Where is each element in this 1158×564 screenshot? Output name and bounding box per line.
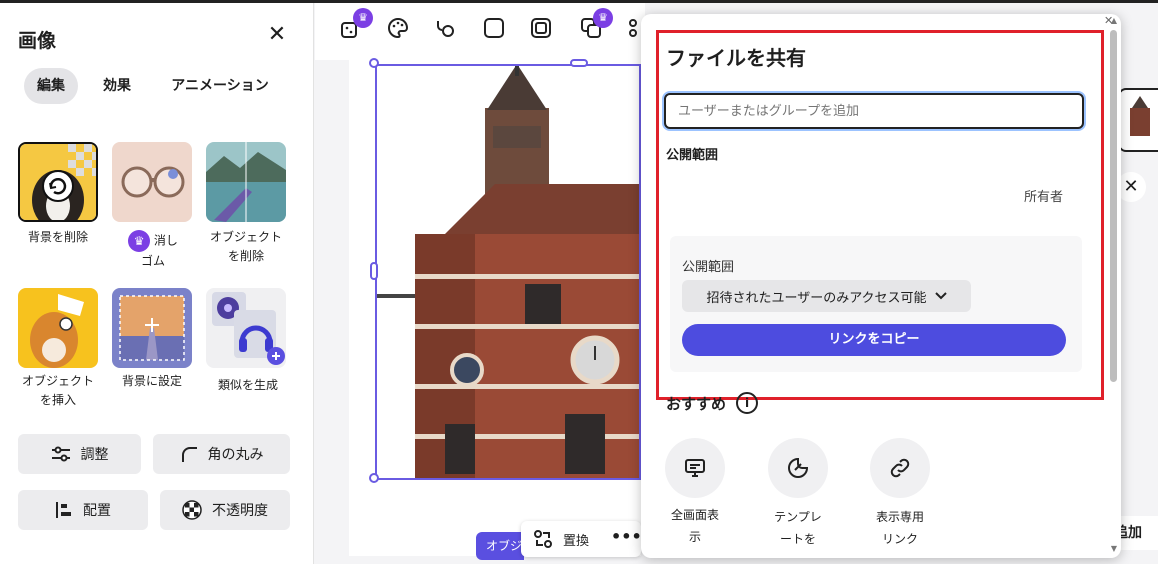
page-thumbnail[interactable] — [1118, 88, 1158, 152]
tab-effects[interactable]: 効果 — [94, 68, 140, 104]
remove-object-label-line2: を削除 — [227, 249, 264, 263]
tool-border[interactable] — [483, 17, 505, 39]
tool-crop[interactable] — [434, 17, 456, 39]
template-link-label: テンプレ ートを — [762, 506, 834, 558]
rounded-square-icon — [484, 18, 504, 38]
template-link-line1: テンプレ — [774, 510, 822, 524]
frame-icon — [531, 18, 551, 38]
road-thumbnail-icon — [112, 288, 192, 368]
tab-edit[interactable]: 編集 — [24, 68, 78, 104]
insert-object-label-line1: オブジェクト — [21, 374, 94, 388]
floating-toolbar: 置換 ••• — [521, 521, 642, 557]
close-panel-button[interactable]: ✕ — [264, 22, 290, 48]
scroll-thumb[interactable] — [1110, 30, 1117, 382]
position-button[interactable]: 配置 — [18, 490, 148, 530]
resize-handle[interactable] — [369, 58, 379, 68]
set-background-tile[interactable] — [112, 288, 192, 368]
more-options-icon[interactable]: ••• — [611, 527, 642, 546]
set-background-label: 背景に設定 — [121, 374, 182, 388]
template-link-line2: ートを — [779, 532, 816, 546]
recommend-section: おすすめ i — [666, 392, 759, 414]
opacity-label: 不透明度 — [212, 503, 268, 519]
tab-animation[interactable]: アニメーション — [160, 68, 280, 104]
remove-object-tile[interactable] — [206, 142, 286, 222]
generate-similar-label: 類似を生成 — [217, 378, 278, 392]
panel-title: 画像 — [18, 30, 57, 52]
selection-frame[interactable] — [375, 64, 641, 480]
magic-eraser-label-line2: ゴム — [140, 254, 165, 268]
view-only-link-label: 表示専用 リンク — [865, 506, 935, 550]
replace-icon[interactable] — [533, 529, 553, 549]
align-left-icon — [56, 502, 71, 518]
palette-icon — [388, 17, 409, 39]
presentation-icon — [685, 459, 705, 477]
remove-background-label: 背景を削除 — [27, 230, 88, 244]
transparency-checker-icon — [182, 500, 202, 520]
resize-handle[interactable] — [369, 473, 379, 483]
generate-similar-tile[interactable] — [206, 288, 286, 368]
magic-eraser-tile[interactable] — [112, 142, 192, 222]
insert-object-label: オブジェクト を挿入 — [14, 372, 102, 410]
adjust-button[interactable]: 調整 — [18, 434, 141, 474]
crown-icon: ♛ — [593, 8, 613, 28]
opacity-button[interactable]: 不透明度 — [160, 490, 290, 530]
present-fullscreen-option[interactable] — [665, 438, 725, 498]
insert-object-label-line2: を挿入 — [39, 393, 76, 407]
present-fullscreen-line2: 示 — [688, 530, 701, 544]
position-label: 配置 — [83, 503, 111, 519]
crown-icon: ♛ — [128, 230, 151, 252]
present-fullscreen-label: 全画面表 示 — [660, 504, 730, 548]
resize-handle[interactable] — [570, 59, 588, 67]
magic-eraser-label-line1: 消し — [153, 233, 178, 248]
replace-label[interactable]: 置換 — [563, 530, 589, 549]
info-icon[interactable]: i — [736, 392, 759, 414]
object-chip[interactable]: オブジ — [476, 532, 524, 560]
close-icon: ✕ — [267, 22, 287, 47]
tower-thumbnail-icon — [1130, 96, 1150, 136]
crop-rotate-icon — [437, 21, 454, 37]
headphones-thumbnail-icon — [212, 292, 285, 365]
template-link-option[interactable] — [768, 438, 828, 498]
shiba-thumbnail-icon — [18, 288, 98, 368]
tool-frame[interactable] — [530, 17, 552, 39]
remove-object-label-line1: オブジェクト — [209, 230, 282, 244]
scroll-down-icon[interactable]: ▼ — [1109, 544, 1119, 554]
remove-object-label: オブジェクト を削除 — [202, 228, 290, 266]
lake-thumbnail-icon — [206, 142, 286, 222]
view-only-link-line2: リンク — [881, 532, 918, 546]
view-only-link-option[interactable] — [870, 438, 930, 498]
link-icon — [890, 458, 910, 478]
tool-color[interactable] — [387, 17, 409, 39]
adjust-label: 調整 — [80, 447, 109, 463]
sliders-icon — [51, 446, 70, 462]
highlight-frame — [656, 30, 1104, 400]
sunglasses-thumbnail-icon — [112, 142, 192, 222]
resize-handle[interactable] — [370, 262, 378, 280]
round-corners-label: 角の丸み — [207, 447, 264, 463]
recommend-heading: おすすめ — [666, 394, 727, 413]
template-icon — [788, 457, 809, 478]
scrollbar[interactable]: ▲ ▼ — [1108, 16, 1120, 556]
view-only-link-line1: 表示専用 — [875, 510, 924, 524]
dog-thumbnail-icon — [20, 144, 96, 220]
scroll-up-icon[interactable]: ▲ — [1109, 16, 1119, 26]
remove-background-tile[interactable] — [18, 142, 98, 222]
round-corners-button[interactable]: 角の丸み — [153, 434, 290, 474]
magic-eraser-label: ♛ 消し ゴム — [118, 230, 188, 271]
insert-object-tile[interactable] — [18, 288, 98, 368]
corner-radius-icon — [181, 447, 197, 462]
crown-icon: ♛ — [353, 8, 373, 28]
present-fullscreen-line1: 全画面表 — [670, 508, 719, 522]
